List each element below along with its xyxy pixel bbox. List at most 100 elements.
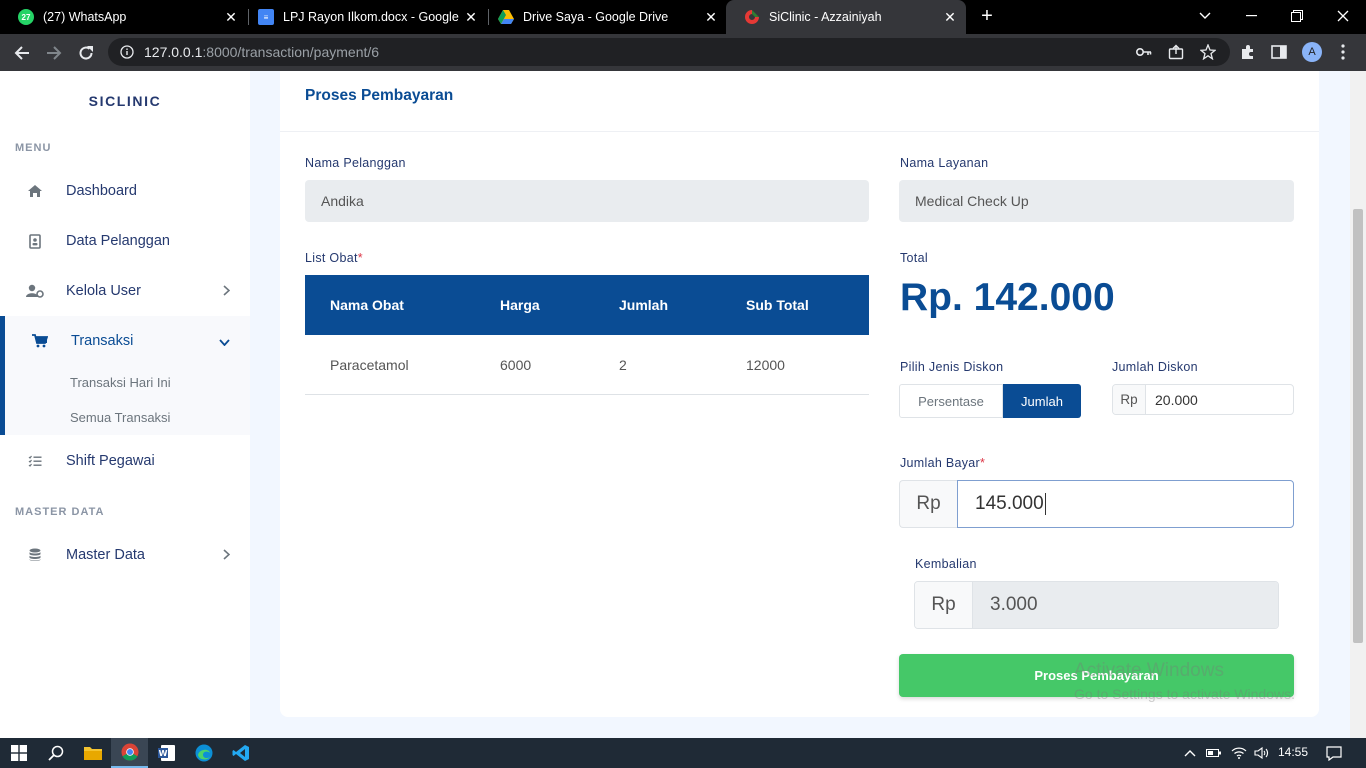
- address-bar[interactable]: 127.0.0.1:8000/transaction/payment/6: [108, 38, 1230, 66]
- column-header-sub-total: Sub Total: [746, 297, 809, 313]
- discount-type-jumlah-button[interactable]: Jumlah: [1003, 384, 1081, 418]
- table-cell-jumlah: 2: [619, 357, 627, 373]
- key-icon[interactable]: [1133, 41, 1155, 63]
- tray-chevron-up-icon[interactable]: [1180, 738, 1200, 768]
- tab-siclinic[interactable]: SiClinic - Azzainiyah ✕: [726, 0, 966, 34]
- forward-arrow-icon[interactable]: [40, 39, 68, 67]
- url-path: :8000/transaction/payment/6: [202, 44, 380, 60]
- change-amount-field[interactable]: 3.000: [973, 582, 1278, 628]
- subitem-transaksi-hari-ini[interactable]: Transaksi Hari Ini: [70, 375, 171, 390]
- tab-title: SiClinic - Azzainiyah: [769, 10, 882, 24]
- browser-tab-strip: 27 (27) WhatsApp ✕ ≡ LPJ Rayon Ilkom.doc…: [0, 0, 1366, 34]
- customer-name-field[interactable]: Andika: [305, 180, 869, 222]
- sidebar-item-master-data[interactable]: Master Data: [0, 533, 250, 577]
- battery-icon[interactable]: [1203, 738, 1225, 768]
- search-icon[interactable]: [37, 738, 74, 768]
- restore-icon[interactable]: [1274, 0, 1320, 32]
- discount-amount-input[interactable]: 20.000: [1146, 385, 1293, 414]
- activate-windows-watermark: Activate Windows: [1074, 660, 1224, 681]
- windows-taskbar: W 14:55: [0, 738, 1366, 768]
- change-label: Kembalian: [915, 557, 977, 571]
- table-row: Paracetamol 6000 2 12000: [305, 335, 869, 395]
- discount-amount-input-group: Rp 20.000: [1112, 384, 1294, 415]
- change-input-group: Rp 3.000: [914, 581, 1279, 629]
- column-header-jumlah: Jumlah: [619, 297, 669, 313]
- currency-prefix: Rp: [899, 480, 957, 528]
- volume-icon[interactable]: [1251, 738, 1273, 768]
- home-icon: [26, 182, 44, 200]
- window-close-icon[interactable]: [1320, 0, 1366, 32]
- taskbar-clock[interactable]: 14:55: [1278, 745, 1308, 759]
- total-label: Total: [900, 251, 928, 265]
- table-header-row: Nama Obat Harga Jumlah Sub Total: [305, 275, 869, 335]
- payment-amount-input[interactable]: 145.000: [957, 480, 1294, 528]
- database-icon: [26, 546, 44, 564]
- sidebar: SICLINIC MENU Dashboard Data Pelanggan K…: [0, 71, 250, 738]
- chrome-taskbar-icon[interactable]: [111, 738, 148, 768]
- brand-logo[interactable]: SICLINIC: [0, 93, 250, 109]
- service-name-label: Nama Layanan: [900, 156, 989, 170]
- sidebar-item-label: Data Pelanggan: [66, 233, 170, 249]
- sidebar-item-label: Master Data: [66, 547, 145, 563]
- required-mark: *: [357, 251, 363, 265]
- site-info-icon[interactable]: [120, 45, 134, 59]
- sidebar-item-shift-pegawai[interactable]: Shift Pegawai: [0, 439, 250, 483]
- profile-avatar[interactable]: A: [1302, 42, 1322, 62]
- sidebar-item-label: Kelola User: [66, 283, 141, 299]
- kebab-menu-icon[interactable]: [1332, 41, 1354, 63]
- sidebar-item-label: Shift Pegawai: [66, 453, 155, 469]
- close-icon[interactable]: ✕: [940, 9, 960, 26]
- whatsapp-icon: 27: [18, 9, 34, 25]
- column-header-harga: Harga: [500, 297, 540, 313]
- column-header-nama-obat: Nama Obat: [330, 297, 404, 313]
- list-check-icon: [26, 452, 44, 470]
- sidebar-item-transaksi[interactable]: Transaksi: [0, 319, 250, 363]
- activate-windows-hint: Go to Settings to activate Windows.: [1074, 686, 1295, 702]
- sidebar-item-dashboard[interactable]: Dashboard: [0, 169, 250, 213]
- tab-google-drive[interactable]: Drive Saya - Google Drive ✕: [480, 0, 727, 34]
- tab-google-docs[interactable]: ≡ LPJ Rayon Ilkom.docx - Google D ✕: [240, 0, 487, 34]
- sidebar-item-kelola-user[interactable]: Kelola User: [0, 269, 250, 313]
- file-explorer-icon[interactable]: [74, 738, 111, 768]
- close-icon[interactable]: ✕: [221, 9, 241, 26]
- tab-title: LPJ Rayon Ilkom.docx - Google D: [283, 10, 461, 24]
- share-icon[interactable]: [1165, 41, 1187, 63]
- chevron-right-icon: [223, 547, 231, 563]
- medicine-table: Nama Obat Harga Jumlah Sub Total Paracet…: [305, 275, 869, 395]
- word-icon[interactable]: W: [148, 738, 185, 768]
- payment-card: Proses Pembayaran Nama Pelanggan Andika …: [280, 71, 1319, 717]
- notification-icon[interactable]: [1322, 738, 1346, 768]
- menu-section-label: MENU: [15, 142, 52, 154]
- text-caret: [1044, 493, 1046, 515]
- edge-icon[interactable]: [185, 738, 222, 768]
- subitem-semua-transaksi[interactable]: Semua Transaksi: [70, 410, 170, 425]
- side-panel-icon[interactable]: [1268, 41, 1290, 63]
- bookmark-star-icon[interactable]: [1197, 41, 1219, 63]
- sidebar-item-label: Dashboard: [66, 183, 137, 199]
- page-scrollbar[interactable]: [1350, 71, 1366, 738]
- sidebar-item-data-pelanggan[interactable]: Data Pelanggan: [0, 219, 250, 263]
- tab-search-chevron-icon[interactable]: [1182, 0, 1228, 32]
- discount-type-persentase-button[interactable]: Persentase: [899, 384, 1003, 418]
- master-data-section-label: MASTER DATA: [15, 506, 105, 518]
- chevron-right-icon: [223, 283, 231, 299]
- total-amount: Rp. 142.000: [900, 276, 1115, 319]
- wifi-icon[interactable]: [1228, 738, 1250, 768]
- close-icon[interactable]: ✕: [701, 9, 721, 26]
- windows-start-icon[interactable]: [0, 738, 37, 768]
- siclinic-favicon: [744, 9, 760, 25]
- required-mark: *: [980, 456, 986, 470]
- page-title: Proses Pembayaran: [305, 87, 454, 104]
- reload-icon[interactable]: [72, 39, 100, 67]
- minimize-icon[interactable]: [1228, 0, 1274, 32]
- vscode-icon[interactable]: [222, 738, 259, 768]
- table-cell-harga: 6000: [500, 357, 532, 373]
- chevron-down-icon: [219, 333, 230, 349]
- extensions-puzzle-icon[interactable]: [1237, 41, 1259, 63]
- back-arrow-icon[interactable]: [8, 39, 36, 67]
- new-tab-icon[interactable]: +: [976, 5, 998, 27]
- scrollbar-thumb[interactable]: [1353, 209, 1363, 643]
- close-icon[interactable]: ✕: [461, 9, 481, 26]
- service-name-field[interactable]: Medical Check Up: [899, 180, 1294, 222]
- tab-whatsapp[interactable]: 27 (27) WhatsApp ✕: [0, 0, 247, 34]
